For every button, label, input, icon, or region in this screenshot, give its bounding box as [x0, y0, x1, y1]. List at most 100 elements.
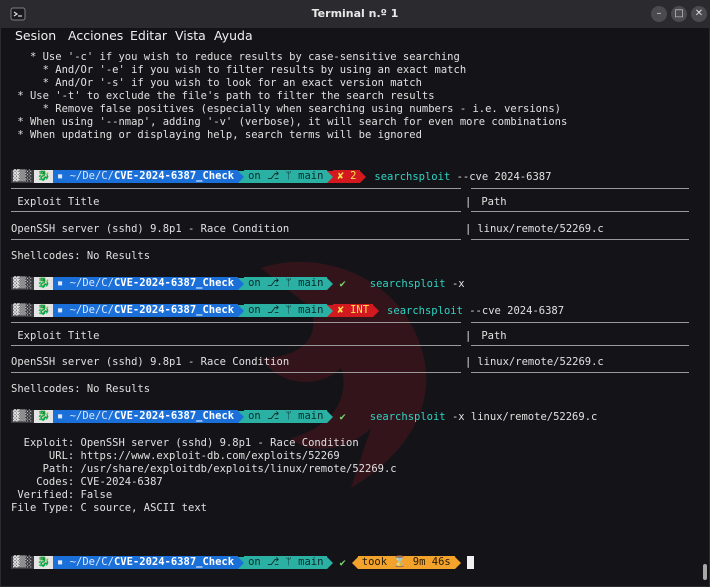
exploit-info-line: Codes: CVE-2024-6387 [11, 476, 163, 488]
menu-editar[interactable]: Editar [130, 28, 167, 43]
os-logo-icon: 🐉 [33, 170, 54, 183]
branch-icon: ᛘ [285, 170, 292, 182]
segment-arrow [327, 556, 334, 569]
menu-sesion[interactable]: Sesion [15, 28, 56, 43]
shell-prompt: ▓▒░ 🐉 ▪ ~/De/C/CVE-2024-6387_Check on ⎇ … [11, 304, 564, 317]
branch-icon: ᛘ [285, 304, 292, 316]
kali-dragon-watermark [261, 261, 427, 488]
segment-arrow [327, 277, 334, 290]
prompt-status-ok: ✔ [339, 277, 346, 290]
help-line: * And/Or '-s' if you wish to look for an… [11, 77, 422, 89]
terminal-window: Terminal n.º 1 – □ ✕ Sesion Acciones Edi… [0, 0, 710, 587]
prompt-edge: ▓▒░ [11, 410, 34, 423]
prompt-path: ▪ ~/De/C/CVE-2024-6387_Check [53, 410, 239, 423]
folder-icon: ▪ [57, 277, 70, 289]
titlebar: Terminal n.º 1 – □ ✕ [1, 1, 709, 28]
prompt-edge: ▓▒░ [11, 556, 34, 569]
shell-prompt: ▓▒░ 🐉 ▪ ~/De/C/CVE-2024-6387_Check on ⎇ … [11, 277, 465, 290]
shell-prompt: ▓▒░ 🐉 ▪ ~/De/C/CVE-2024-6387_Check on ⎇ … [11, 410, 597, 423]
column-separator: | [465, 196, 472, 208]
exploit-info-line: Verified: False [11, 489, 113, 501]
git-icon: ⎇ [267, 556, 280, 568]
os-logo-icon: 🐉 [33, 410, 54, 423]
prompt-edge: ▓▒░ [11, 170, 34, 183]
help-line: * Remove false positives (especially whe… [11, 103, 561, 115]
segment-arrow [373, 304, 380, 317]
table-row-border [11, 348, 461, 373]
help-line: * When updating or displaying help, sear… [11, 129, 422, 141]
segment-arrow [360, 170, 367, 183]
folder-icon: ▪ [57, 410, 70, 422]
segment-arrow [327, 410, 334, 423]
shellcodes-line: Shellcodes: No Results [11, 250, 151, 262]
exploit-info-line: URL: https://www.exploit-db.com/exploits… [11, 450, 340, 462]
branch-icon: ᛘ [285, 556, 292, 568]
prompt-status-error: ✘ INT [333, 304, 374, 317]
command-args: -x [445, 277, 465, 290]
help-line: * When using '--nmap', adding '-v' (verb… [11, 116, 568, 128]
prompt-git: on ⎇ ᛘ main [244, 410, 328, 423]
table-row-border [471, 348, 689, 373]
folder-icon: ▪ [57, 556, 70, 568]
column-header-path: Path [475, 196, 507, 208]
scrollbar-thumb[interactable] [703, 564, 707, 580]
menu-ayuda[interactable]: Ayuda [214, 28, 253, 43]
column-separator: | [465, 330, 472, 342]
command-name: searchsploit [369, 410, 446, 423]
table-row-border [471, 215, 689, 240]
help-line: * And/Or '-e' if you wish to filter resu… [11, 64, 467, 76]
window-title: Terminal n.º 1 [311, 7, 399, 20]
git-icon: ⎇ [267, 170, 280, 182]
prompt-status-ok: ✔ [339, 410, 346, 423]
text-cursor [466, 556, 474, 569]
prompt-edge: ▓▒░ [11, 277, 34, 290]
command-name: searchsploit [374, 170, 451, 183]
command-args: --cve 2024-6387 [462, 304, 565, 317]
exploit-info-line: Path: /usr/share/exploitdb/exploits/linu… [11, 463, 397, 475]
column-header-title: Exploit Title [11, 196, 100, 208]
folder-icon: ▪ [57, 304, 70, 316]
shell-prompt: ▓▒░ 🐉 ▪ ~/De/C/CVE-2024-6387_Check on ⎇ … [11, 556, 474, 569]
prompt-git: on ⎇ ᛘ main [244, 277, 328, 290]
menu-acciones[interactable]: Acciones [68, 28, 123, 43]
maximize-icon: □ [674, 8, 684, 19]
os-logo-icon: 🐉 [33, 277, 54, 290]
git-icon: ⎇ [267, 410, 280, 422]
branch-icon: ᛘ [285, 410, 292, 422]
prompt-status-error: ✘ 2 [333, 170, 361, 183]
column-header-title: Exploit Title [11, 330, 100, 342]
git-icon: ⎇ [267, 277, 280, 289]
prompt-git: on ⎇ ᛘ main [244, 304, 328, 317]
segment-arrow [454, 556, 461, 569]
shell-prompt: ▓▒░ 🐉 ▪ ~/De/C/CVE-2024-6387_Check on ⎇ … [11, 170, 551, 183]
hourglass-icon: ⌛ [393, 556, 407, 568]
os-logo-icon: 🐉 [33, 304, 54, 317]
prompt-git: on ⎇ ᛘ main [244, 170, 328, 183]
command-args: -x linux/remote/52269.c [445, 410, 598, 423]
prompt-edge: ▓▒░ [11, 304, 34, 317]
prompt-duration: took ⌛ 9m 46s [357, 556, 455, 569]
maximize-button[interactable]: □ [671, 6, 687, 22]
menu-vista[interactable]: Vista [175, 28, 206, 43]
prompt-git: on ⎇ ᛘ main [244, 556, 328, 569]
column-header-path: Path [475, 330, 507, 342]
git-icon: ⎇ [267, 304, 280, 316]
minimize-icon: – [656, 8, 662, 19]
scrollbar[interactable] [701, 48, 709, 586]
menubar: Sesion Acciones Editar Vista Ayuda [1, 28, 709, 48]
os-logo-icon: 🐉 [33, 556, 54, 569]
table-row-border [11, 215, 461, 240]
terminal-output[interactable]: * Use '-c' if you wish to reduce results… [1, 48, 701, 586]
command-name: searchsploit [369, 277, 446, 290]
exploit-info-line: Exploit: OpenSSH server (sshd) 9.8p1 - R… [11, 437, 359, 449]
close-icon: ✕ [694, 8, 704, 19]
help-line: * Use '-c' if you wish to reduce results… [11, 51, 460, 63]
close-button[interactable]: ✕ [691, 6, 707, 22]
command-name: searchsploit [387, 304, 463, 317]
command-args: --cve 2024-6387 [450, 170, 552, 183]
minimize-button[interactable]: – [651, 6, 667, 22]
shellcodes-line: Shellcodes: No Results [11, 383, 151, 395]
folder-icon: ▪ [57, 170, 70, 182]
prompt-path: ▪ ~/De/C/CVE-2024-6387_Check [53, 556, 239, 569]
branch-icon: ᛘ [285, 277, 292, 289]
